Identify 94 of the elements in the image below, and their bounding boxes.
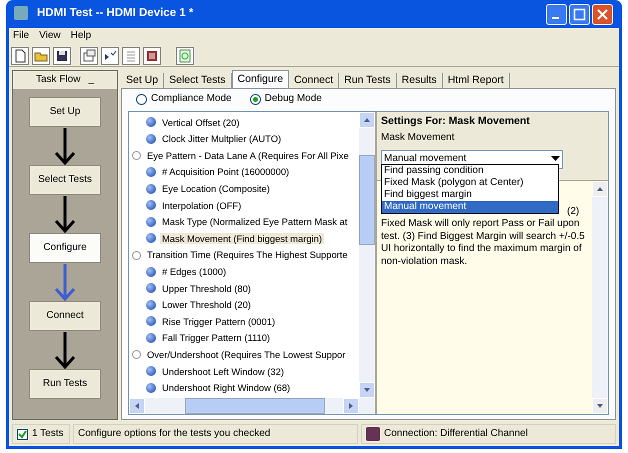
refresh-icon[interactable] bbox=[176, 46, 194, 64]
tests-checkbox[interactable] bbox=[17, 428, 28, 440]
tree-item[interactable]: Eye Location (Composite) bbox=[160, 183, 272, 194]
close-button[interactable] bbox=[592, 4, 613, 24]
setting-icon bbox=[146, 283, 156, 294]
scroll-left-button[interactable] bbox=[129, 398, 145, 414]
minimize-button[interactable] bbox=[546, 4, 567, 24]
tree-item[interactable]: Undershoot Right Window (68) bbox=[160, 382, 292, 394]
dropdown-option[interactable]: Manual movement bbox=[382, 201, 558, 213]
minimize-icon bbox=[552, 16, 559, 18]
setting-icon bbox=[146, 266, 156, 277]
scroll-down-button[interactable] bbox=[359, 382, 375, 398]
tree-item[interactable]: Interpolation (OFF) bbox=[160, 200, 244, 211]
maximize-icon bbox=[574, 8, 586, 20]
scroll-up-button[interactable] bbox=[592, 180, 608, 197]
tree-group-label[interactable]: Eye Pattern - Data Lane A (Requires For All Pixe bbox=[145, 150, 351, 162]
node-icon bbox=[132, 350, 141, 360]
panel-icon[interactable] bbox=[143, 46, 161, 64]
tree-group-label[interactable]: Over/Undershoot (Requires The Lowest Suppor bbox=[145, 348, 348, 360]
settings-title: Settings For: Mask Movement bbox=[381, 115, 531, 128]
setting-icon bbox=[146, 333, 156, 344]
setting-icon bbox=[146, 216, 156, 227]
tree-item[interactable]: # Acquisition Point (16000000) bbox=[160, 166, 292, 178]
setting-icon bbox=[146, 366, 156, 376]
tree-item[interactable]: Upper Threshold (80) bbox=[160, 282, 253, 294]
down-arrow-icon bbox=[54, 127, 76, 165]
left-arrow-icon bbox=[135, 403, 139, 409]
tree-item[interactable]: Mask Movement (Find biggest margin) bbox=[160, 232, 324, 244]
save-icon[interactable] bbox=[53, 46, 71, 64]
scroll-down-button[interactable] bbox=[592, 398, 608, 414]
setting-icon bbox=[146, 382, 156, 393]
setting-icon bbox=[146, 167, 156, 178]
app-icon bbox=[14, 6, 28, 20]
close-icon bbox=[597, 8, 608, 20]
tree-group-label[interactable]: Transition Time (Requires The Highest Supporte bbox=[145, 249, 350, 261]
tree-item[interactable]: Mask Type (Normalized Eye Pattern Mask at bbox=[160, 216, 350, 228]
tab[interactable]: Configure bbox=[232, 70, 290, 88]
field-label: Mask Movement bbox=[381, 132, 456, 144]
status-text: Connection: Differential Channel bbox=[384, 428, 528, 440]
setting-icon bbox=[146, 233, 156, 244]
node-icon bbox=[132, 250, 141, 260]
menu-item[interactable]: View bbox=[39, 30, 61, 43]
status-text: 1 Tests bbox=[32, 428, 64, 440]
window-title: HDMI Test -- HDMI Device 1 * bbox=[37, 7, 194, 21]
step-button[interactable]: Select Tests bbox=[29, 165, 101, 195]
window-icon[interactable] bbox=[80, 46, 98, 64]
setting-icon bbox=[146, 200, 156, 210]
down-arrow-icon bbox=[54, 263, 76, 301]
mode-radio[interactable]: Debug Mode bbox=[250, 93, 322, 105]
node-icon bbox=[132, 150, 141, 160]
status-text: Configure options for the tests you checked bbox=[78, 428, 270, 440]
scroll-thumb[interactable] bbox=[185, 398, 325, 414]
step-button[interactable]: Run Tests bbox=[29, 369, 101, 399]
scroll-thumb[interactable] bbox=[359, 155, 375, 245]
connection-icon bbox=[366, 427, 380, 441]
tree-item[interactable]: # Edges (1000) bbox=[160, 266, 228, 278]
maximize-button[interactable] bbox=[569, 4, 590, 24]
new-file-icon[interactable] bbox=[11, 46, 29, 64]
step-button[interactable]: Configure bbox=[29, 233, 101, 263]
scroll-up-button[interactable] bbox=[359, 112, 375, 128]
tree-item[interactable]: Clock Jitter Multplier (AUTO) bbox=[160, 133, 284, 145]
step-button[interactable]: Connect bbox=[29, 301, 101, 331]
setting-icon bbox=[146, 184, 156, 194]
dropdown-option[interactable]: Fixed Mask (polygon at Center) bbox=[382, 177, 558, 189]
horizontal-scrollbar[interactable] bbox=[129, 398, 375, 414]
up-arrow-icon bbox=[364, 118, 370, 122]
play-check-icon[interactable] bbox=[101, 46, 119, 64]
down-arrow-icon bbox=[364, 388, 370, 392]
setting-icon bbox=[146, 316, 156, 326]
tree-item[interactable]: Lower Threshold (20) bbox=[160, 299, 253, 310]
minimize-button[interactable]: _ bbox=[88, 74, 94, 86]
mode-radio[interactable]: Compliance Mode bbox=[136, 93, 232, 105]
menu-item[interactable]: Help bbox=[70, 30, 92, 43]
tree-item[interactable]: Undershoot Left Window (32) bbox=[160, 366, 286, 377]
tree-item[interactable]: Vertical Offset (20) bbox=[160, 116, 242, 128]
open-folder-icon[interactable] bbox=[32, 46, 50, 64]
dropdown-option[interactable]: Find biggest margin bbox=[382, 189, 558, 201]
step-button[interactable]: Set Up bbox=[29, 97, 101, 127]
tree-item[interactable]: Rise Trigger Pattern (0001) bbox=[160, 316, 278, 328]
down-arrow-icon bbox=[54, 331, 76, 369]
menu-item[interactable]: File bbox=[13, 30, 30, 43]
setting-icon bbox=[146, 300, 156, 310]
down-arrow-icon bbox=[54, 195, 76, 233]
description-text: Fixed Mask will only report Pass or Fail upon test. (3) Find Biggest Margin will search +/-0.5 UI horizontally to find the maximum margin of non-violation mask. bbox=[381, 218, 586, 268]
scroll-right-button[interactable] bbox=[343, 398, 359, 414]
down-arrow-icon bbox=[597, 404, 603, 408]
up-arrow-icon bbox=[597, 186, 603, 191]
vertical-scrollbar[interactable] bbox=[359, 112, 375, 398]
setting-icon bbox=[146, 134, 156, 144]
description-text: (2) bbox=[567, 206, 580, 218]
tree-item[interactable]: Fall Trigger Pattern (1110) bbox=[160, 332, 272, 344]
right-arrow-icon bbox=[349, 403, 353, 409]
panel-title: Task Flow bbox=[36, 74, 80, 86]
setting-icon bbox=[146, 117, 156, 128]
